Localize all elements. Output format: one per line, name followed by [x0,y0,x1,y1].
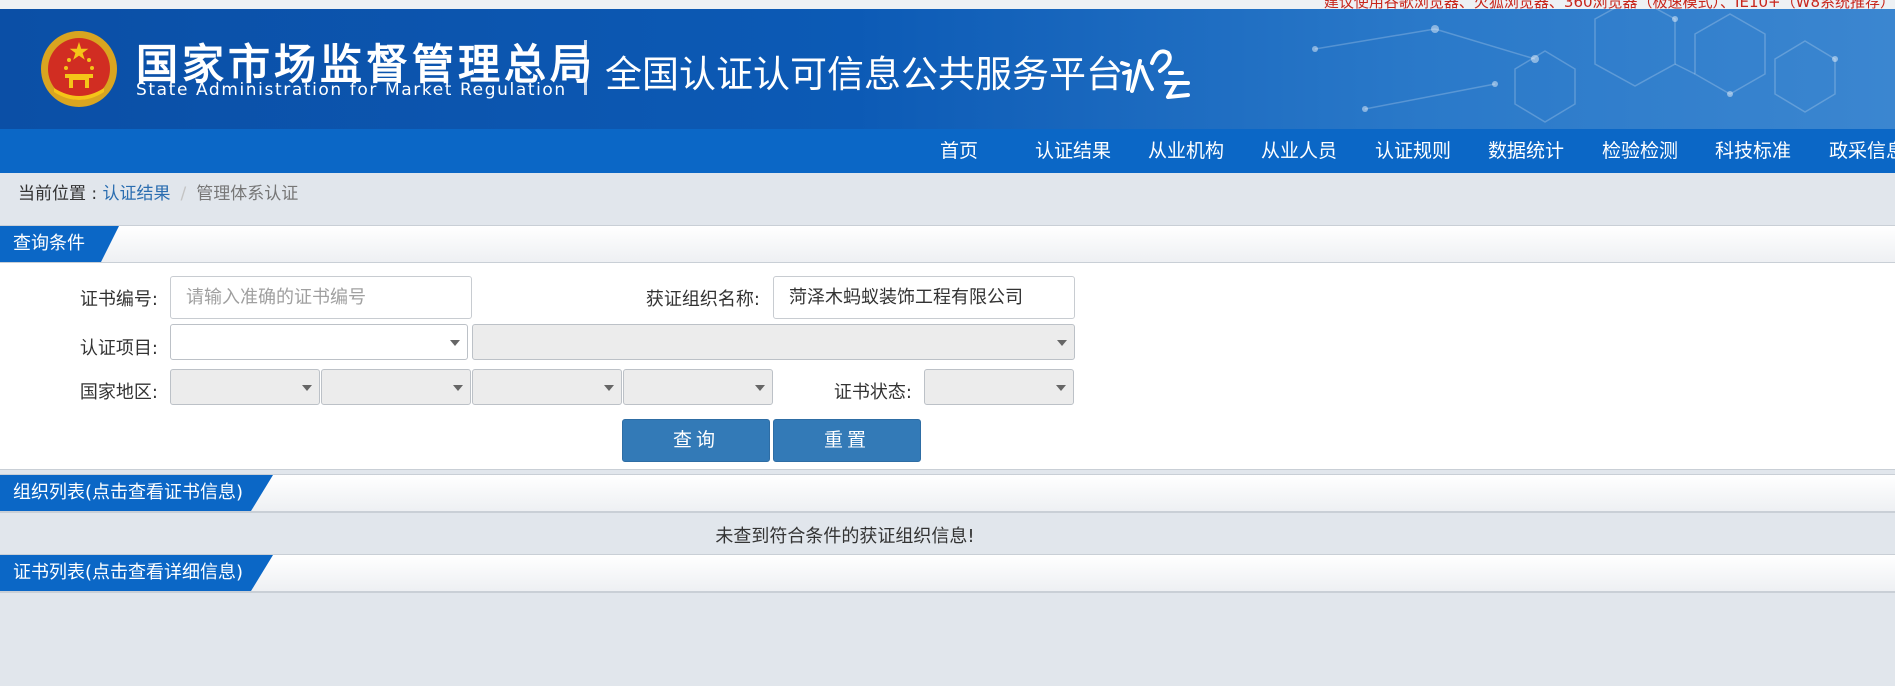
org-list-title[interactable]: 组织列表(点击查看证书信息) [0,475,273,511]
certification-cloud-logo-icon [1120,49,1190,99]
nav-item-institutions[interactable]: 从业机构 [1148,129,1224,173]
region-select-2[interactable] [321,369,471,405]
chevron-down-icon [1057,340,1067,346]
nav-item-home[interactable]: 首页 [940,129,978,173]
nav-item-standards[interactable]: 科技标准 [1715,129,1791,173]
chevron-down-icon [450,340,460,346]
chevron-down-icon [453,385,463,391]
query-panel-header: 查询条件 [0,226,1895,263]
nav-item-statistics[interactable]: 数据统计 [1488,129,1564,173]
nav-item-cert-rules[interactable]: 认证规则 [1375,129,1451,173]
cert-list-panel-header: 证书列表(点击查看详细信息) [0,555,1895,592]
reset-button[interactable]: 重置 [773,419,921,462]
org-list-empty-message: 未查到符合条件的获证组织信息! [715,526,975,547]
platform-title: 全国认证认可信息公共服务平台 [605,53,1123,96]
region-select-1[interactable] [170,369,320,405]
chevron-down-icon [604,385,614,391]
cert-list-title[interactable]: 证书列表(点击查看详细信息) [0,555,273,591]
network-decoration [1312,9,1838,123]
cert-no-input[interactable]: 请输入准确的证书编号 [170,276,472,319]
breadcrumb-separator: / [180,184,187,204]
cert-subitem-select[interactable] [472,324,1075,360]
cert-item-label: 认证项目: [79,338,158,359]
query-panel: 查询条件 证书编号: 请输入准确的证书编号 获证组织名称: 菏泽木蚂蚁装饰工程有… [0,225,1895,470]
header-divider [584,40,587,95]
region-select-3[interactable] [472,369,622,405]
region-select-4[interactable] [623,369,773,405]
browser-notice: 建议使用谷歌浏览器、火狐浏览器、360浏览器（极速模式）、IE10+（W8系统推… [1323,0,1895,9]
nav-item-cert-results[interactable]: 认证结果 [1035,129,1111,173]
top-notice-strip: 建议使用谷歌浏览器、火狐浏览器、360浏览器（极速模式）、IE10+（W8系统推… [0,0,1895,9]
cert-list-panel: 证书列表(点击查看详细信息) [0,554,1895,593]
breadcrumb: 当前位置 : 认证结果 / 管理体系认证 [18,181,298,207]
cert-status-select[interactable] [924,369,1074,405]
main-nav: 首页 认证结果 从业机构 从业人员 认证规则 数据统计 检验检测 科技标准 政采… [0,129,1895,173]
nav-item-procurement[interactable]: 政采信息 [1829,129,1895,173]
chevron-down-icon [302,385,312,391]
org-list-panel: 组织列表(点击查看证书信息) [0,474,1895,513]
chevron-down-icon [1056,385,1066,391]
search-button[interactable]: 查询 [622,419,770,462]
region-label: 国家地区: [79,382,158,403]
national-emblem-icon [41,31,117,107]
org-name-input[interactable]: 菏泽木蚂蚁装饰工程有限公司 [773,276,1075,319]
chevron-down-icon [755,385,765,391]
query-panel-title: 查询条件 [0,226,119,262]
org-name-label: 获证组织名称: [645,289,760,310]
cert-status-label: 证书状态: [833,382,912,403]
org-list-panel-header: 组织列表(点击查看证书信息) [0,475,1895,512]
nav-item-personnel[interactable]: 从业人员 [1261,129,1337,173]
breadcrumb-link-cert-results[interactable]: 认证结果 [103,184,171,204]
breadcrumb-label: 当前位置 : [18,184,103,204]
cert-no-label: 证书编号: [79,289,158,310]
breadcrumb-current: 管理体系认证 [196,184,299,204]
nav-item-inspection[interactable]: 检验检测 [1602,129,1678,173]
cert-item-select[interactable] [170,324,468,360]
site-header: 国家市场监督管理总局 State Administration for Mark… [0,9,1895,129]
agency-name-en: State Administration for Market Regulati… [136,80,567,100]
